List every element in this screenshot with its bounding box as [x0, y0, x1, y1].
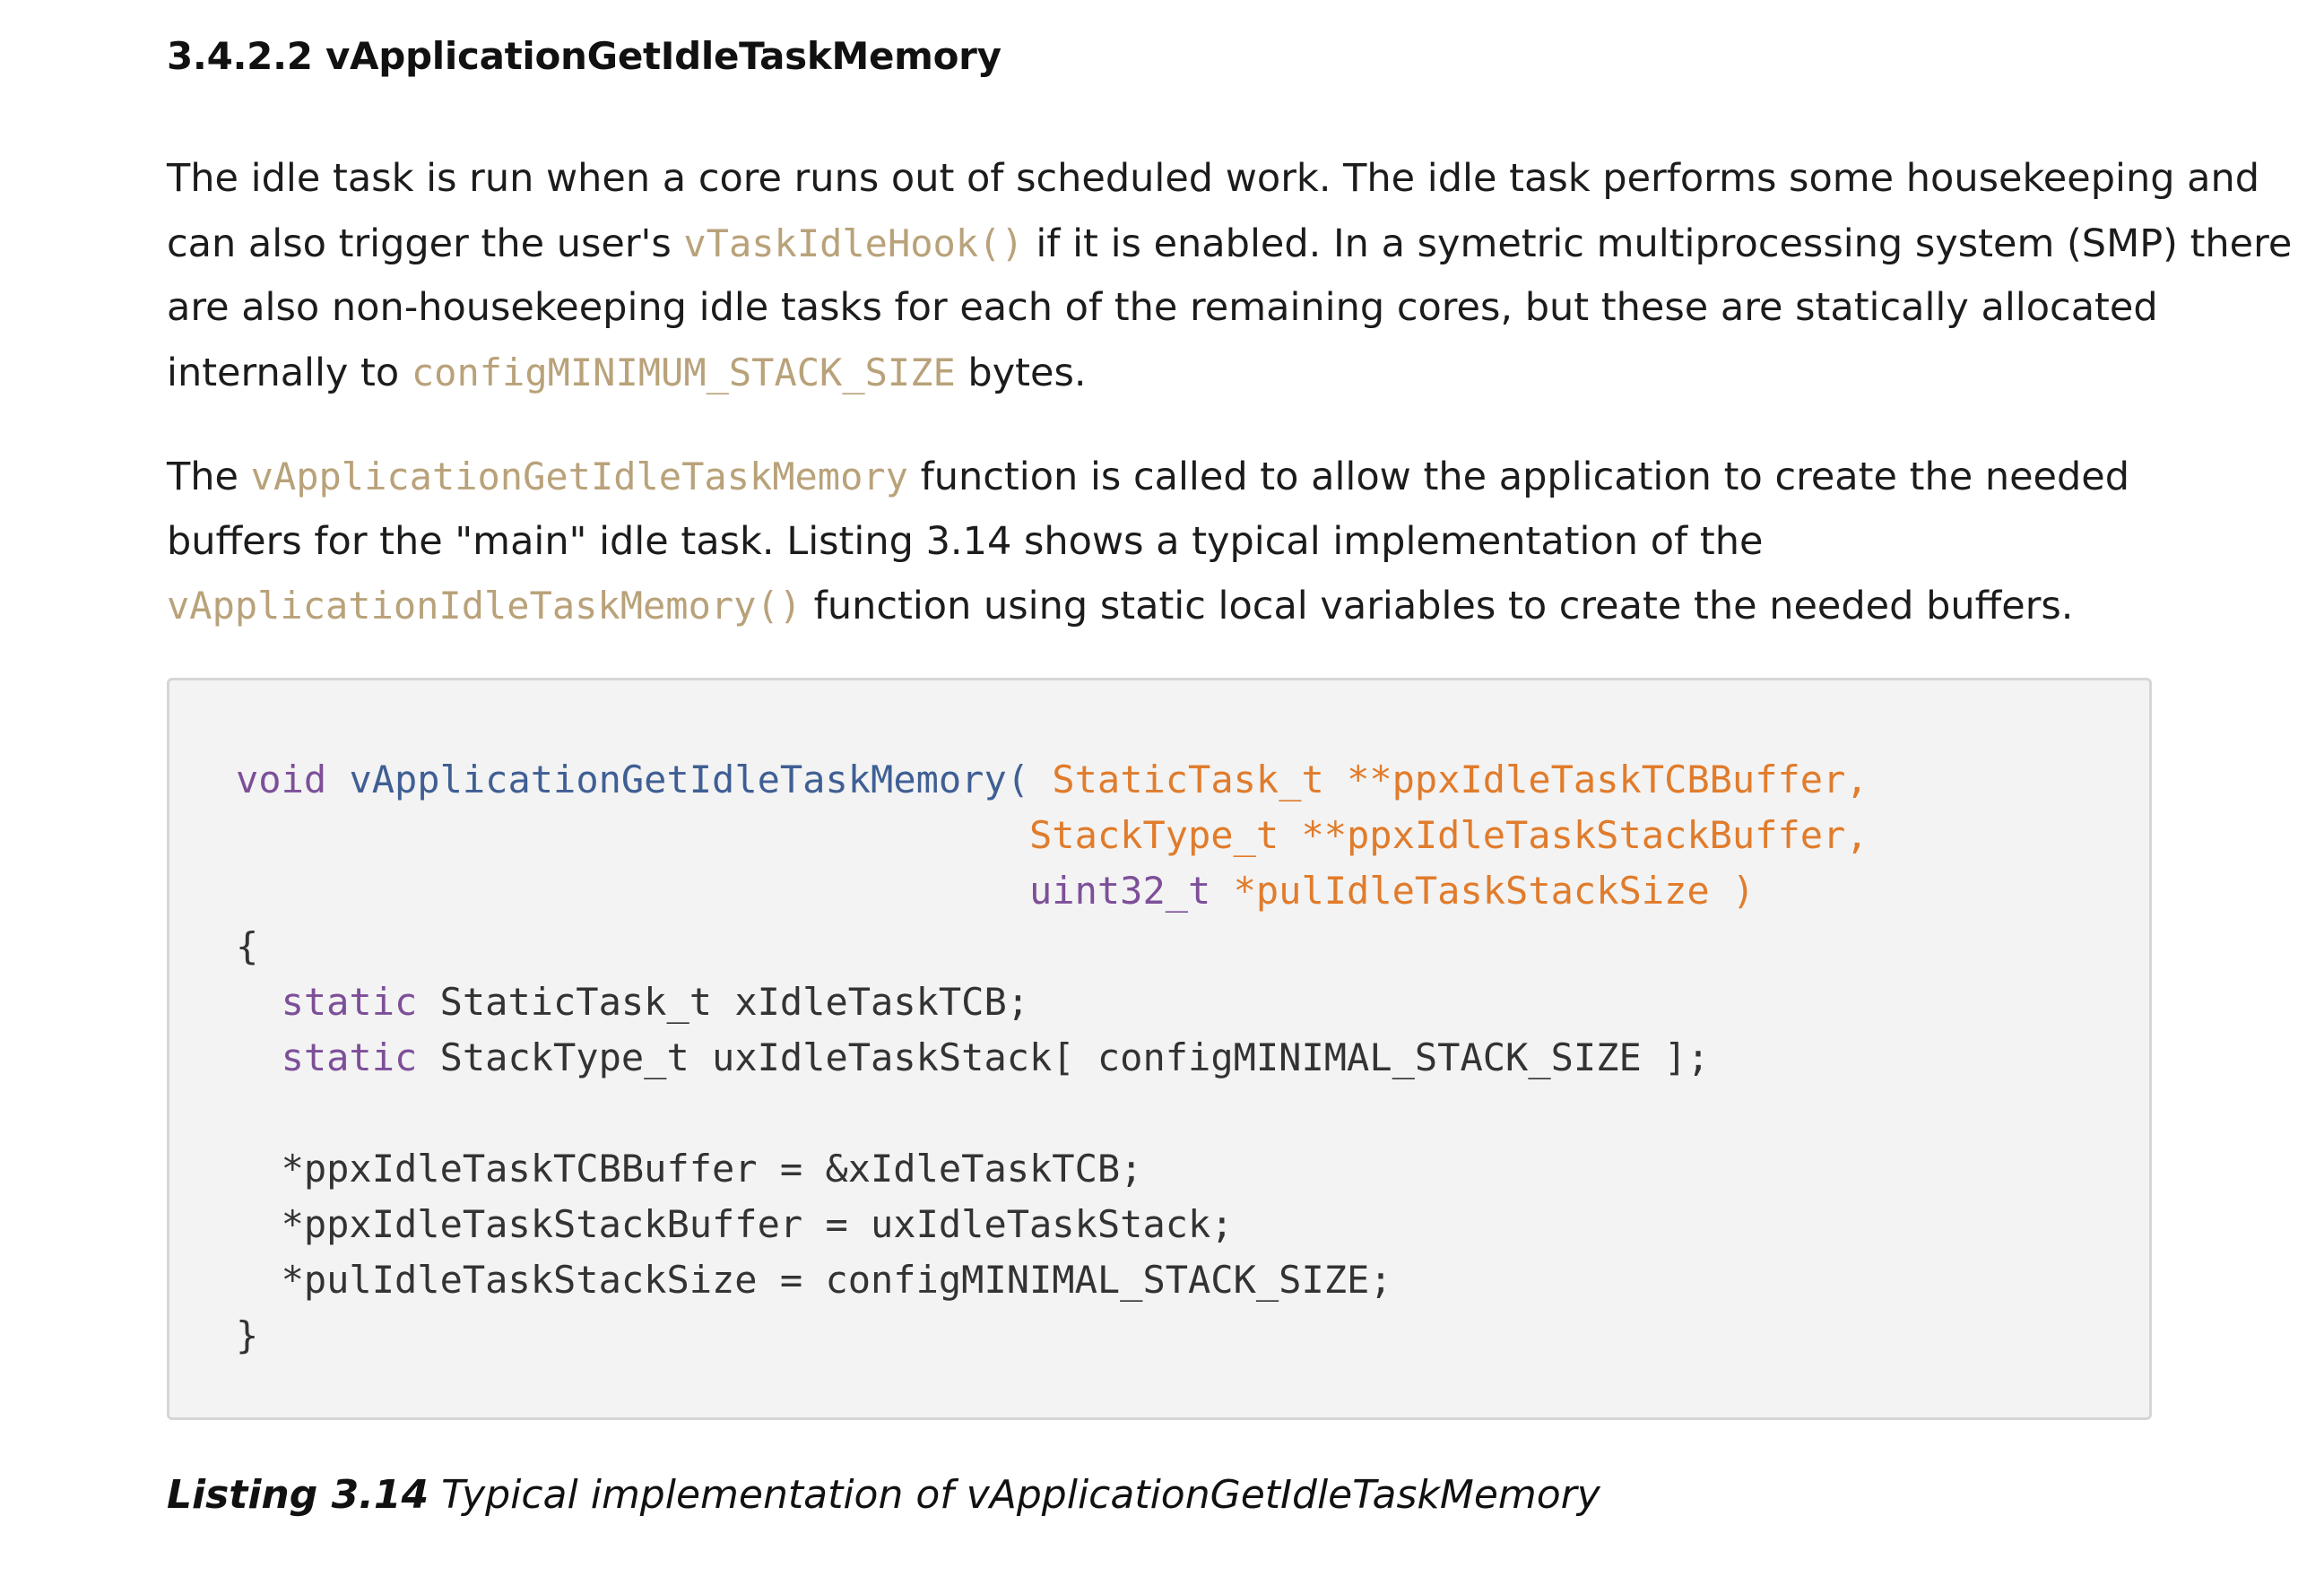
code-keyword: static [281, 980, 418, 1024]
text-span: function is called to allow the applicat… [907, 455, 2130, 499]
code-statement: *ppxIdleTaskStackBuffer = uxIdleTaskStac… [281, 1202, 1234, 1246]
paragraph-line: The vApplicationGetIdleTaskMemory functi… [167, 445, 2193, 510]
code-statement: StaticTask_t xIdleTaskTCB; [439, 980, 1030, 1024]
text-span: bytes. [955, 350, 1087, 395]
code-keyword: uint32_t [1029, 869, 1211, 913]
code-keyword: void [236, 758, 327, 801]
code-listing-block: void vApplicationGetIdleTaskMemory( Stat… [167, 678, 2152, 1420]
text-span: if it is enabled. In a symetric multipro… [1023, 221, 2293, 266]
code-parameter: StackType_t **ppxIdleTaskStackBuffer, [1029, 813, 1869, 857]
paragraph-line: vApplicationIdleTaskMemory() function us… [167, 574, 2193, 639]
code-listing: void vApplicationGetIdleTaskMemory( Stat… [236, 752, 1869, 1364]
text-span: buffers for the "main" idle task. Listin… [167, 518, 1764, 564]
code-function-name: vApplicationGetIdleTaskMemory( [349, 758, 1030, 801]
text-span: function using static local variables to… [802, 584, 2074, 628]
caption-text: Typical implementation of vApplicationGe… [429, 1472, 1600, 1518]
text-span: internally to [167, 350, 412, 395]
inline-code-vapplicationgetidletaskmemory: vApplicationGetIdleTaskMemory [250, 455, 908, 498]
caption-label: Listing 3.14 [167, 1472, 429, 1518]
code-parameter: *pulIdleTaskStackSize ) [1233, 869, 1756, 913]
paragraph-idle-task: The idle task is run when a core runs ou… [167, 147, 2292, 406]
code-statement: StackType_t uxIdleTaskStack[ configMINIM… [439, 1035, 1710, 1079]
inline-code-config-minimum-stack-size: configMINIMUM_STACK_SIZE [411, 350, 956, 394]
code-brace-close: } [236, 1313, 259, 1357]
text-span: are also non-housekeeping idle tasks for… [167, 285, 2158, 330]
code-keyword: static [281, 1035, 418, 1079]
paragraph-line: The idle task is run when a core runs ou… [167, 147, 2259, 212]
paragraph-line: internally to configMINIMUM_STACK_SIZE b… [167, 341, 2193, 406]
code-brace-open: { [236, 924, 259, 968]
listing-caption: Listing 3.14 Typical implementation of v… [167, 1472, 1600, 1518]
paragraph-line: buffers for the "main" idle task. Listin… [167, 510, 2193, 575]
code-parameter: StaticTask_t **ppxIdleTaskTCBBuffer, [1052, 758, 1869, 801]
text-span: The idle task is run when a core runs ou… [167, 156, 2260, 201]
section-heading: 3.4.2.2 vApplicationGetIdleTaskMemory [167, 34, 1002, 78]
inline-code-vapplicationidletaskmemory: vApplicationIdleTaskMemory() [167, 584, 802, 628]
inline-code-vtaskidlehook: vTaskIdleHook() [683, 221, 1024, 265]
code-statement: *pulIdleTaskStackSize = configMINIMAL_ST… [281, 1258, 1392, 1302]
code-statement: *ppxIdleTaskTCBBuffer = &xIdleTaskTCB; [281, 1147, 1143, 1191]
text-span: can also trigger the user's [167, 221, 684, 266]
paragraph-function-description: The vApplicationGetIdleTaskMemory functi… [167, 445, 2193, 639]
paragraph-line: can also trigger the user's vTaskIdleHoo… [167, 212, 2292, 277]
text-span: The [167, 455, 251, 499]
paragraph-line: are also non-housekeeping idle tasks for… [167, 276, 2193, 341]
